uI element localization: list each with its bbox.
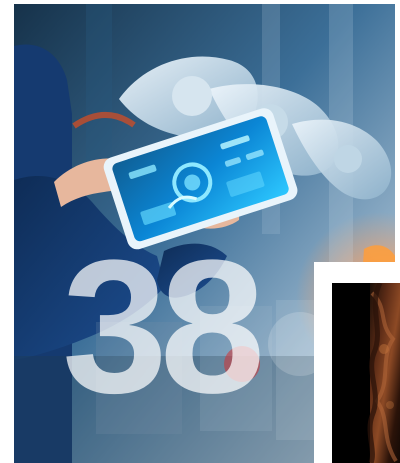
dark-copper-texture-image <box>332 283 400 463</box>
hero-number: 38 <box>62 221 265 433</box>
page: 38 <box>0 0 400 463</box>
inset-image <box>332 283 400 463</box>
